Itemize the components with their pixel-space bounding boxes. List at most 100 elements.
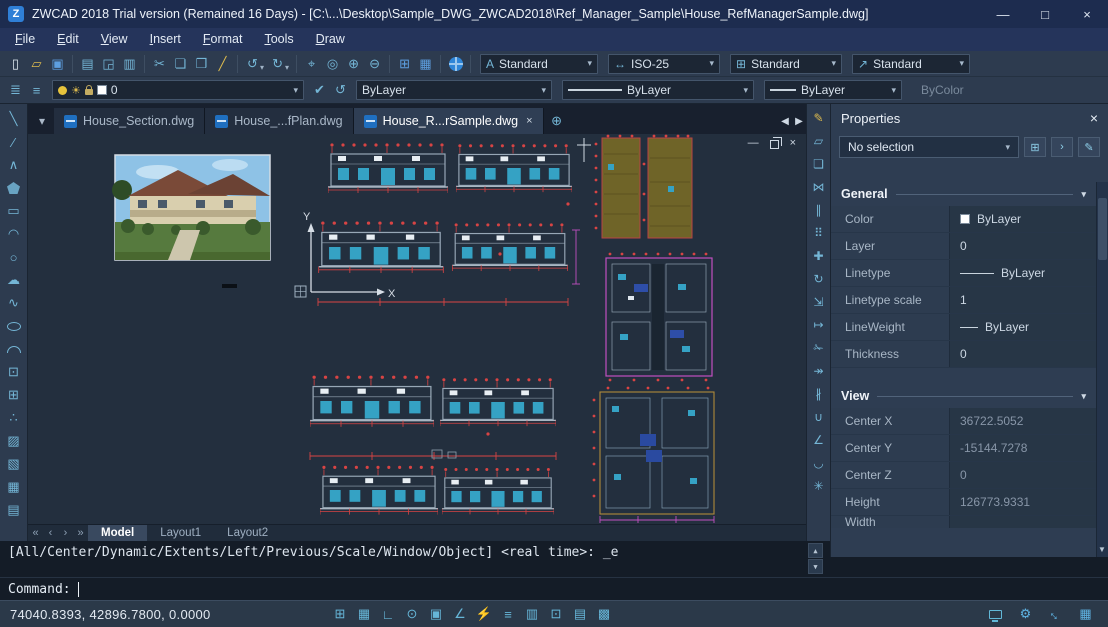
- doc-close-icon[interactable]: ×: [790, 137, 796, 149]
- selection-cycling-icon[interactable]: ⊡: [546, 604, 566, 624]
- undo-dropdown-icon[interactable]: ▾: [260, 63, 264, 72]
- tab-house-roofplan[interactable]: House_...fPlan.dwg: [205, 108, 353, 134]
- erase-icon[interactable]: ▱: [809, 131, 829, 151]
- move-icon[interactable]: ✚: [809, 246, 829, 266]
- property-value[interactable]: -15144.7278: [949, 435, 1096, 461]
- options-gear-icon[interactable]: ⚙: [1015, 604, 1036, 624]
- property-value[interactable]: 1: [949, 287, 1096, 313]
- edit-pencil-icon[interactable]: ✎: [809, 108, 829, 128]
- revision-cloud-icon[interactable]: ☁: [3, 270, 25, 290]
- join-icon[interactable]: ∪: [809, 407, 829, 427]
- copy-object-icon[interactable]: ❏: [809, 154, 829, 174]
- array-icon[interactable]: ⠿: [809, 223, 829, 243]
- maximize-button[interactable]: □: [1024, 0, 1066, 28]
- coordinates-display[interactable]: 74040.8393, 42896.7800, 0.0000: [10, 607, 246, 622]
- property-value[interactable]: 0: [949, 341, 1096, 367]
- pan-icon[interactable]: ⌖: [301, 54, 322, 74]
- make-object-layer-current-icon[interactable]: ✔: [309, 80, 330, 100]
- section-header-view[interactable]: View ▾: [831, 384, 1096, 408]
- property-value[interactable]: 0: [949, 233, 1096, 259]
- layer-dropdown[interactable]: ☀ 0 ▾: [52, 80, 304, 100]
- command-input-line[interactable]: Command:: [0, 577, 1108, 600]
- point-icon[interactable]: ∴: [3, 408, 25, 428]
- fullscreen-icon[interactable]: ↔: [1045, 604, 1066, 624]
- linetype-dropdown[interactable]: ByLayer ▾: [562, 80, 754, 100]
- annotation-icon[interactable]: ▤: [570, 604, 590, 624]
- layer-properties-icon[interactable]: ≣: [5, 80, 26, 100]
- drawing-canvas[interactable]: — ×: [28, 134, 806, 524]
- rectangle-icon[interactable]: ▭: [3, 201, 25, 221]
- property-value[interactable]: ByLayer: [949, 206, 1096, 232]
- polar-icon[interactable]: ⊙: [402, 604, 422, 624]
- zoom-window-icon[interactable]: ⊕: [343, 54, 364, 74]
- properties-close-icon[interactable]: ×: [1090, 110, 1098, 126]
- property-value[interactable]: [949, 516, 1096, 528]
- dimension-style-dropdown[interactable]: ↔ ISO-25 ▾: [608, 54, 720, 74]
- layer-previous-icon[interactable]: ↺: [330, 80, 351, 100]
- zoom-previous-icon[interactable]: ⊖: [364, 54, 385, 74]
- construction-line-icon[interactable]: ∕: [3, 132, 25, 152]
- menu-draw[interactable]: Draw: [305, 28, 356, 51]
- esnap-icon[interactable]: ▣: [426, 604, 446, 624]
- minimize-button[interactable]: —: [982, 0, 1024, 28]
- tab-list-dropdown-icon[interactable]: ▾: [30, 108, 54, 134]
- snap-icon[interactable]: ⊞: [330, 604, 350, 624]
- online-help-icon[interactable]: [445, 54, 466, 74]
- plot-icon[interactable]: ▤: [77, 54, 98, 74]
- extend-icon[interactable]: ↠: [809, 361, 829, 381]
- tab-house-section[interactable]: House_Section.dwg: [54, 108, 205, 134]
- text-style-dropdown[interactable]: A Standard ▾: [480, 54, 598, 74]
- circle-icon[interactable]: ○: [3, 247, 25, 267]
- menu-edit[interactable]: Edit: [46, 28, 90, 51]
- scrollbar-thumb[interactable]: [1098, 198, 1107, 260]
- tab-scroll-right-icon[interactable]: ▶: [792, 116, 806, 127]
- ellipse-icon[interactable]: [3, 316, 25, 336]
- table-insert-icon[interactable]: ⊞: [394, 54, 415, 74]
- pickadd-toggle-icon[interactable]: ⊞: [1024, 137, 1046, 157]
- scale-icon[interactable]: ⇲: [809, 292, 829, 312]
- cut-icon[interactable]: ✂: [149, 54, 170, 74]
- layer-states-icon[interactable]: ≡: [26, 80, 47, 100]
- polygon-icon[interactable]: [3, 178, 25, 198]
- property-value[interactable]: ByLayer: [949, 314, 1096, 340]
- doc-restore-icon[interactable]: [770, 140, 779, 149]
- save-icon[interactable]: ▣: [47, 54, 68, 74]
- paste-icon[interactable]: ❒: [191, 54, 212, 74]
- property-value[interactable]: 126773.9331: [949, 489, 1096, 515]
- tab-layout1[interactable]: Layout1: [147, 525, 214, 542]
- transparency-icon[interactable]: ▥: [522, 604, 542, 624]
- doc-minimize-icon[interactable]: —: [748, 137, 759, 149]
- explode-icon[interactable]: ✳: [809, 476, 829, 496]
- scroll-up-icon[interactable]: ▲: [808, 543, 823, 558]
- scroll-down-icon[interactable]: ▼: [808, 559, 823, 574]
- hatch-icon[interactable]: ▨: [3, 431, 25, 451]
- layout-next-icon[interactable]: ›: [58, 527, 73, 539]
- open-icon[interactable]: ▱: [26, 54, 47, 74]
- spline-icon[interactable]: ∿: [3, 293, 25, 313]
- etrack-icon[interactable]: ∠: [450, 604, 470, 624]
- menu-file[interactable]: File: [4, 28, 46, 51]
- chamfer-icon[interactable]: ∠: [809, 430, 829, 450]
- property-value[interactable]: 0: [949, 462, 1096, 488]
- lineweight-display-icon[interactable]: ≡: [498, 604, 518, 624]
- properties-scrollbar[interactable]: ▼: [1096, 182, 1108, 557]
- new-icon[interactable]: ▯: [5, 54, 26, 74]
- workspace-icon[interactable]: ▩: [594, 604, 614, 624]
- grid-icon[interactable]: ▦: [354, 604, 374, 624]
- tab-close-icon[interactable]: ×: [526, 115, 532, 127]
- dyn-input-icon[interactable]: ⚡: [474, 604, 494, 624]
- tab-scroll-left-icon[interactable]: ◀: [778, 116, 792, 127]
- ortho-icon[interactable]: ∟: [378, 604, 398, 624]
- publish-icon[interactable]: ▥: [119, 54, 140, 74]
- new-tab-icon[interactable]: ⊕: [544, 108, 570, 134]
- menu-format[interactable]: Format: [192, 28, 254, 51]
- rotate-icon[interactable]: ↻: [809, 269, 829, 289]
- layout-prev-icon[interactable]: ‹: [43, 527, 58, 539]
- plot-preview-icon[interactable]: ◲: [98, 54, 119, 74]
- tab-model[interactable]: Model: [88, 525, 147, 542]
- menu-insert[interactable]: Insert: [139, 28, 192, 51]
- selection-dropdown[interactable]: No selection ▾: [839, 136, 1019, 158]
- copy-icon[interactable]: ❏: [170, 54, 191, 74]
- match-properties-icon[interactable]: ╱: [212, 54, 233, 74]
- graphics-monitor-icon[interactable]: [985, 604, 1006, 624]
